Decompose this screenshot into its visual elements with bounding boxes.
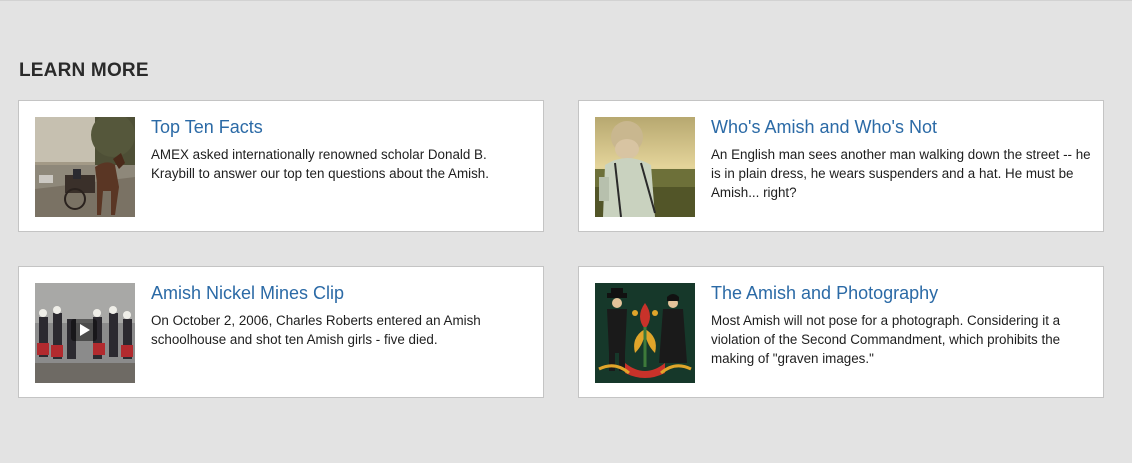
learn-more-card: Who's Amish and Who's Not An English man… <box>578 100 1104 232</box>
card-title-link[interactable]: Amish Nickel Mines Clip <box>151 283 344 304</box>
folk-art-couple-image[interactable] <box>595 283 695 383</box>
card-description: On October 2, 2006, Charles Roberts ente… <box>151 313 481 347</box>
card-title-link[interactable]: Who's Amish and Who's Not <box>711 117 937 138</box>
boy-in-field-image[interactable] <box>595 117 695 217</box>
learn-more-card: Amish Nickel Mines Clip On October 2, 20… <box>18 266 544 398</box>
learn-more-card: The Amish and Photography Most Amish wil… <box>578 266 1104 398</box>
card-description: An English man sees another man walking … <box>711 147 1091 200</box>
top-divider <box>0 0 1132 1</box>
card-title-link[interactable]: Top Ten Facts <box>151 117 263 138</box>
video-clip-image[interactable] <box>35 283 135 383</box>
section-title: LEARN MORE <box>19 60 149 81</box>
card-title-link[interactable]: The Amish and Photography <box>711 283 938 304</box>
card-description: Most Amish will not pose for a photograp… <box>711 313 1061 366</box>
horse-buggy-image[interactable] <box>35 117 135 217</box>
card-description: AMEX asked internationally renowned scho… <box>151 147 489 181</box>
learn-more-card: Top Ten Facts AMEX asked internationally… <box>18 100 544 232</box>
